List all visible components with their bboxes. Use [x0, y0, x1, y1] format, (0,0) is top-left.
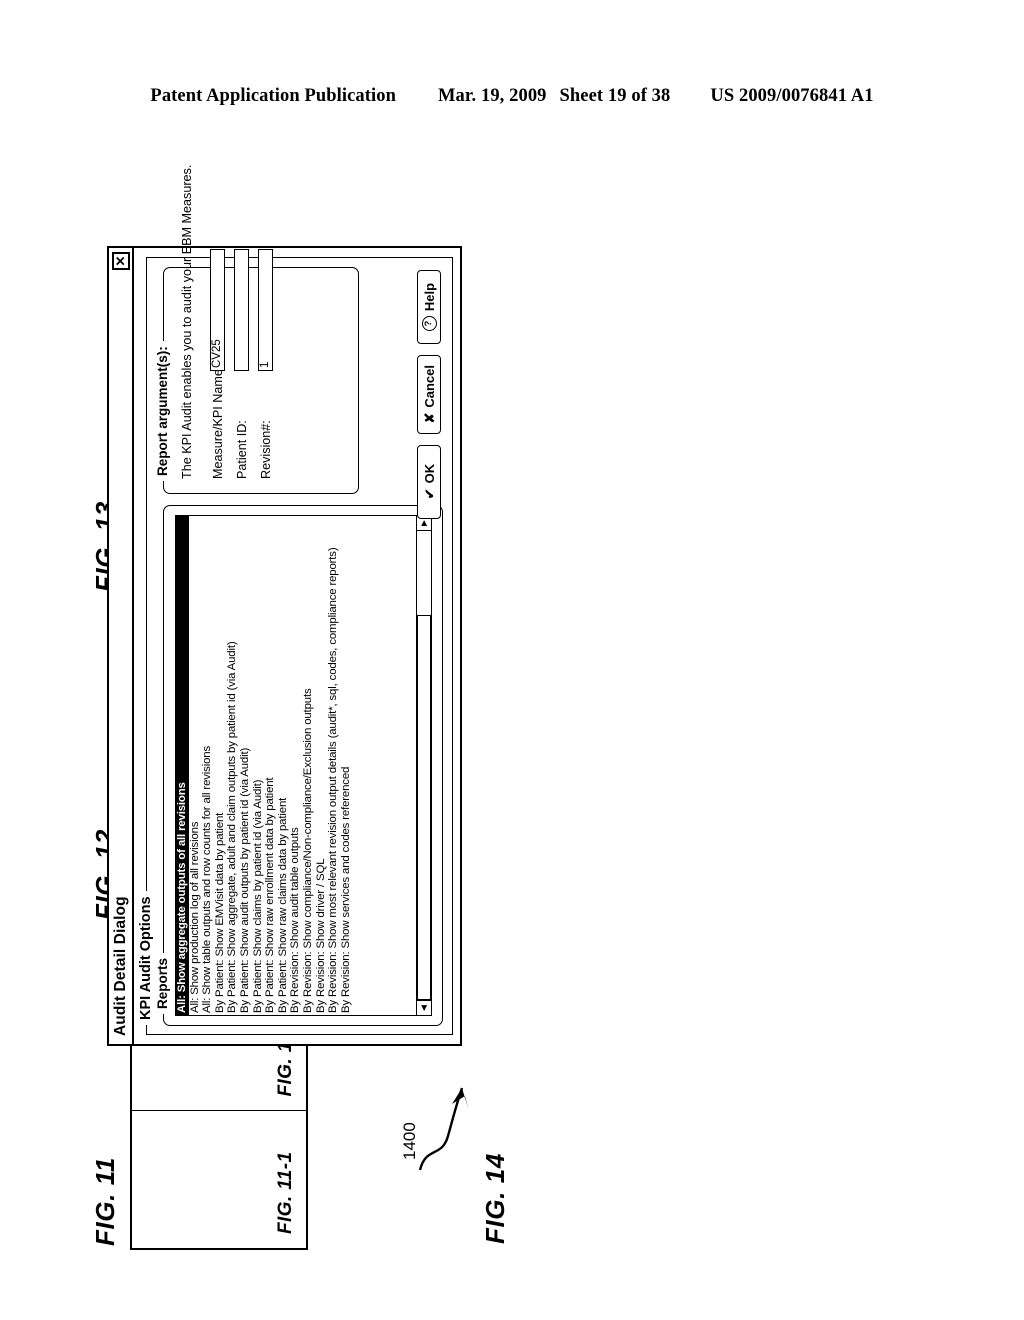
ok-button-label: OK	[421, 463, 437, 484]
scroll-left-arrow-icon[interactable]: ◄	[417, 1000, 431, 1015]
figure-cell-label: FIG. 11-1	[275, 1151, 296, 1234]
help-button[interactable]: ? Help	[417, 270, 441, 344]
close-icon[interactable]: ✕	[111, 252, 130, 270]
scrollbar-thumb[interactable]	[417, 615, 431, 1000]
report-list-item[interactable]: All: Show production log of all revision…	[189, 516, 202, 1015]
group-kpi-audit-options-legend: KPI Audit Options	[138, 891, 154, 1025]
measure-kpi-name-input[interactable]: CV25	[210, 249, 225, 371]
group-report-arguments: Report argument(s): The KPI Audit enable…	[155, 165, 359, 494]
report-list-item[interactable]: All: Show table outputs and row counts f…	[201, 516, 214, 1015]
field-patient-id: Patient ID:	[234, 249, 249, 479]
reports-list-items[interactable]: All: Show aggregate outputs of all revis…	[176, 516, 416, 1015]
report-list-item[interactable]: By Patient: Show raw claims data by pati…	[277, 516, 290, 1015]
figure-title-14: FIG. 14	[480, 1153, 510, 1244]
report-list-item[interactable]: By Revision: Show driver / SQL	[315, 516, 328, 1015]
question-circle-icon: ?	[421, 316, 437, 332]
field-label: Patient ID:	[234, 420, 249, 479]
report-list-item[interactable]: By Revision: Show services and codes ref…	[340, 516, 353, 1015]
group-kpi-audit-options: KPI Audit Options Reports All: Show aggr…	[138, 165, 453, 1035]
field-revision-number: Revision#: 1	[258, 249, 273, 479]
figure-title-11: FIG. 11	[90, 1157, 120, 1246]
help-button-label: Help	[421, 282, 437, 312]
dialog-titlebar: Audit Detail Dialog ✕	[109, 248, 134, 1044]
check-icon: ✔	[421, 488, 437, 500]
dialog-button-row: ✔ OK ✘ Cancel ? Help	[417, 270, 441, 519]
x-icon: ✘	[421, 412, 437, 424]
patient-id-input[interactable]	[234, 249, 249, 371]
report-list-item[interactable]: By Patient: Show audit outputs by patien…	[239, 516, 252, 1015]
reports-listbox[interactable]: All: Show aggregate outputs of all revis…	[175, 515, 432, 1016]
report-list-item[interactable]: By Revision: Show audit table outputs	[289, 516, 302, 1015]
audit-detail-dialog: Audit Detail Dialog ✕ KPI Audit Options …	[107, 165, 462, 1046]
report-list-item[interactable]: By Patient: Show raw enrollment data by …	[264, 516, 277, 1015]
report-list-item[interactable]: By Patient: Show claims by patient id (v…	[252, 516, 265, 1015]
report-list-item[interactable]: All: Show aggregate outputs of all revis…	[176, 516, 189, 1015]
figure-cell-11-1: FIG. 11-1	[132, 1112, 306, 1249]
report-list-item[interactable]: By Revision: Show most relevant revision…	[327, 516, 340, 1015]
report-list-item[interactable]: By Patient: Show aggregate, adult and cl…	[226, 516, 239, 1015]
scrollbar-track[interactable]	[417, 531, 431, 1000]
revision-number-input[interactable]: 1	[258, 249, 273, 371]
report-list-item[interactable]: By Patient: Show EMVisit data by patient	[214, 516, 227, 1015]
group-reports-legend: Reports	[155, 952, 170, 1014]
field-label: Revision#:	[258, 420, 273, 479]
figure-sheet: FIG. 11 FIG. 11-1 FIG. 11-2 FIG. 12 FIG.…	[0, 0, 1024, 1320]
field-measure-kpi-name: Measure/KPI Name: CV25	[210, 249, 225, 479]
dialog-title: Audit Detail Dialog	[111, 896, 129, 1036]
field-label: Measure/KPI Name:	[210, 365, 225, 479]
lead-line-arrow-icon	[418, 1087, 468, 1171]
group-report-arguments-legend: Report argument(s):	[155, 341, 170, 481]
dialog-body: KPI Audit Options Reports All: Show aggr…	[134, 165, 460, 1044]
cancel-button-label: Cancel	[421, 365, 437, 408]
ok-button[interactable]: ✔ OK	[417, 444, 441, 519]
cancel-button[interactable]: ✘ Cancel	[417, 355, 441, 434]
report-list-item[interactable]: By Revision: Show compliance/Non-complia…	[302, 516, 315, 1015]
horizontal-scrollbar[interactable]: ◄ ►	[416, 516, 431, 1015]
report-arguments-description: The KPI Audit enables you to audit your …	[180, 164, 194, 479]
group-reports: Reports All: Show aggregate outputs of a…	[155, 505, 443, 1026]
